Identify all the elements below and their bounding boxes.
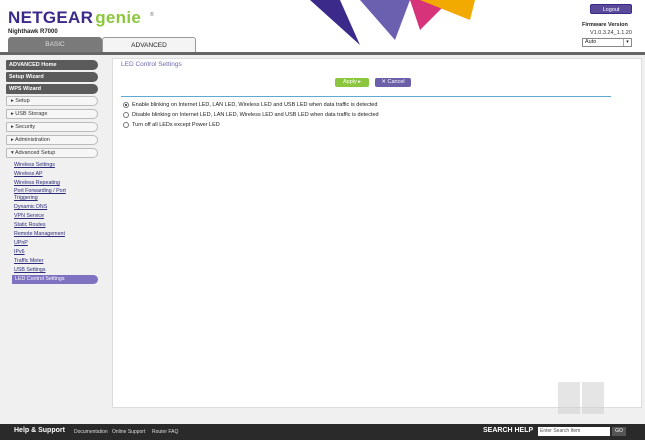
main-content-panel: LED Control Settings Apply ▸ ✕ Cancel En… <box>112 58 642 408</box>
radio-turn-off-leds[interactable] <box>123 122 129 128</box>
product-name: genie <box>95 8 142 27</box>
sidebar-link-wireless-ap[interactable]: Wireless AP <box>14 170 98 179</box>
sidebar-item-label: Setup <box>15 98 30 104</box>
sidebar-item-wps-wizard[interactable]: WPS Wizard <box>6 84 98 94</box>
help-support-title: Help & Support <box>14 427 65 434</box>
sidebar-item-usb-storage[interactable]: ▸ USB Storage <box>6 109 98 119</box>
radio-disable-blinking[interactable] <box>123 112 129 118</box>
sidebar-item-label: Administration <box>15 137 50 143</box>
option-label: Disable blinking on Internet LED, LAN LE… <box>132 112 379 118</box>
option-label: Turn off all LEDs except Power LED <box>132 122 220 128</box>
logout-button[interactable]: Logout <box>590 4 632 14</box>
collapse-arrow-icon: ▾ <box>11 150 14 156</box>
header-divider <box>0 52 645 55</box>
sidebar-link-dynamic-dns[interactable]: Dynamic DNS <box>14 203 98 212</box>
sidebar-item-setup[interactable]: ▸ Setup <box>6 96 98 106</box>
firmware-label: Firmware Version <box>582 22 628 28</box>
watermark-logo-icon <box>558 382 604 414</box>
router-faq-link[interactable]: Router FAQ <box>152 429 178 435</box>
sidebar-link-port-forwarding[interactable]: Port Forwarding / Port Triggering <box>14 188 84 203</box>
expand-arrow-icon: ▸ <box>11 98 14 104</box>
option-label: Enable blinking on Internet LED, LAN LED… <box>132 102 378 108</box>
sidebar-link-traffic-meter[interactable]: Traffic Meter <box>14 257 98 266</box>
sidebar-link-led-control-settings[interactable]: LED Control Settings <box>12 275 98 284</box>
page-title: LED Control Settings <box>121 61 182 68</box>
firmware-version: V1.0.3.24_1.1.20 <box>590 30 632 36</box>
cancel-button[interactable]: ✕ Cancel <box>375 78 411 87</box>
trademark-mark: ® <box>150 12 154 18</box>
led-option-disable-blinking[interactable]: Disable blinking on Internet LED, LAN LE… <box>123 112 379 118</box>
sidebar-link-ipv6[interactable]: IPv6 <box>14 248 98 257</box>
expand-arrow-icon: ▸ <box>11 111 14 117</box>
expand-arrow-icon: ▸ <box>11 137 14 143</box>
sidebar-item-setup-wizard[interactable]: Setup Wizard <box>6 72 98 82</box>
sidebar-link-wireless-repeating[interactable]: Wireless Repeating <box>14 179 98 188</box>
sidebar-link-wireless-settings[interactable]: Wireless Settings <box>14 161 98 170</box>
sidebar-item-label: USB Storage <box>15 111 48 117</box>
section-divider <box>121 96 611 97</box>
sidebar-item-advanced-home[interactable]: ADVANCED Home <box>6 60 98 70</box>
sidebar-link-usb-settings[interactable]: USB Settings <box>14 266 98 275</box>
led-option-enable-blinking[interactable]: Enable blinking on Internet LED, LAN LED… <box>123 102 377 108</box>
search-go-button[interactable]: GO <box>612 427 626 436</box>
radio-enable-blinking[interactable] <box>123 102 129 108</box>
online-support-link[interactable]: Online Support <box>112 429 145 435</box>
brand-name: NETGEAR <box>8 8 94 27</box>
sidebar-link-static-routes[interactable]: Static Routes <box>14 221 98 230</box>
apply-button[interactable]: Apply ▸ <box>335 78 369 87</box>
netgear-genie-logo: NETGEAR genie <box>8 8 141 28</box>
sidebar-link-upnp[interactable]: UPnP <box>14 239 98 248</box>
tab-advanced[interactable]: ADVANCED <box>102 37 196 52</box>
documentation-link[interactable]: Documentation <box>74 429 108 435</box>
sidebar-link-vpn-service[interactable]: VPN Service <box>14 212 98 221</box>
mode-tabs: BASIC ADVANCED <box>0 37 645 53</box>
router-model: Nighthawk R7000 <box>8 29 58 35</box>
sidebar: ADVANCED Home Setup Wizard WPS Wizard ▸ … <box>6 60 98 284</box>
help-footer: Help & Support Documentation Online Supp… <box>0 424 645 440</box>
led-option-turn-off-leds[interactable]: Turn off all LEDs except Power LED <box>123 122 220 128</box>
search-input[interactable]: Enter Search Item <box>538 427 610 436</box>
search-help-label: SEARCH HELP <box>483 427 534 434</box>
tab-basic[interactable]: BASIC <box>8 37 102 52</box>
sidebar-item-administration[interactable]: ▸ Administration <box>6 135 98 145</box>
sidebar-link-remote-management[interactable]: Remote Management <box>14 230 98 239</box>
sidebar-item-security[interactable]: ▸ Security <box>6 122 98 132</box>
expand-arrow-icon: ▸ <box>11 124 14 130</box>
sidebar-item-advanced-setup[interactable]: ▾ Advanced Setup <box>6 148 98 158</box>
sidebar-item-label: Security <box>15 124 36 130</box>
sidebar-item-label: Advanced Setup <box>15 150 56 156</box>
